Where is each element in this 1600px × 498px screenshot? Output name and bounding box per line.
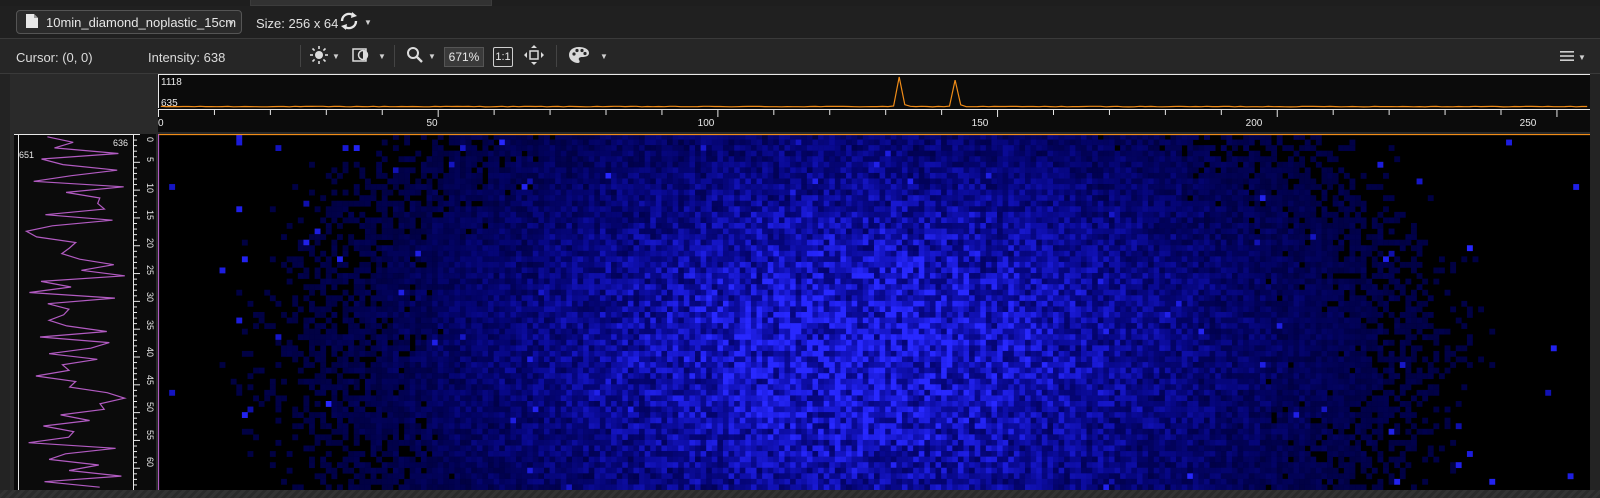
file-name: 10min_diamond_noplastic_15cm [46, 14, 237, 30]
y-tick-label-25: 25 [145, 265, 155, 275]
profile-left-label: 651 [19, 150, 34, 160]
y-tick-label-5: 5 [145, 157, 155, 162]
palette-icon [568, 46, 590, 67]
refresh-icon [338, 11, 360, 34]
y-axis-tick-labels: 0 5 10 15 20 25 30 35 40 45 50 55 60 [145, 137, 155, 467]
y-tick-label-35: 35 [145, 320, 155, 330]
horizontal-profile-plot: 1118 635 0 50 100 150 200 250 [158, 74, 1590, 132]
file-toolbar: 10min_diamond_noplastic_15cm ▼ Size: 256… [0, 6, 1600, 39]
chevron-down-icon: ▼ [1578, 52, 1586, 62]
x-axis-ticks [158, 110, 1558, 117]
bottom-status-strip [0, 490, 1600, 498]
y-tick-label-15: 15 [145, 210, 155, 220]
zoom-button[interactable]: ▼ [406, 45, 436, 67]
vertical-profile-plot: 651 636 0 5 10 15 20 25 30 35 40 45 50 5… [14, 134, 156, 490]
toolbar-divider [394, 45, 395, 67]
x-tick-label-50: 50 [426, 118, 438, 129]
x-tick-label-200: 200 [1246, 118, 1263, 129]
view-toolbar: Cursor: (0, 0) Intensity: 638 ▼ ▼ ▼ 671%… [0, 39, 1600, 74]
right-scrollbar[interactable] [1590, 74, 1600, 498]
chevron-down-icon: ▼ [332, 51, 340, 61]
chevron-down-icon: ▼ [428, 51, 436, 61]
y-tick-label-40: 40 [145, 347, 155, 357]
fit-icon [524, 44, 544, 68]
chevron-down-icon: ▼ [227, 19, 235, 28]
colormap-button[interactable]: ▼ [568, 45, 608, 67]
left-gutter [0, 74, 10, 498]
file-icon [25, 13, 39, 32]
chevron-down-icon: ▼ [378, 51, 386, 61]
y-tick-label-10: 10 [145, 183, 155, 193]
y-tick-label-20: 20 [145, 238, 155, 248]
contrast-icon [352, 46, 370, 67]
zoom-icon [406, 46, 424, 67]
horizontal-profile-line [160, 76, 1588, 108]
toolbar-divider [300, 45, 301, 67]
chevron-down-icon: ▼ [364, 17, 372, 27]
options-menu-button[interactable]: ▼ [1560, 47, 1590, 67]
intensity-readout: Intensity: 638 [148, 50, 226, 65]
profile-min-label: 635 [161, 98, 178, 109]
y-tick-label-0: 0 [145, 137, 155, 142]
chevron-down-icon: ▼ [600, 51, 608, 61]
y-axis-ticks [134, 134, 140, 486]
menu-icon [1560, 50, 1574, 65]
zoom-level-input[interactable]: 671% [444, 47, 484, 67]
y-tick-label-55: 55 [145, 430, 155, 440]
image-canvas[interactable] [158, 134, 1590, 490]
profile-top-label: 636 [113, 138, 128, 148]
brightness-button[interactable]: ▼ [310, 45, 340, 67]
size-label: Size: 256 x 64 [256, 16, 339, 31]
y-tick-label-50: 50 [145, 402, 155, 412]
y-tick-label-60: 60 [145, 457, 155, 467]
refresh-button[interactable]: ▼ [338, 11, 378, 33]
contrast-button[interactable]: ▼ [352, 45, 386, 67]
x-tick-label-250: 250 [1520, 118, 1537, 129]
fit-to-window-button[interactable] [524, 44, 544, 68]
actual-size-button[interactable]: 1:1 [493, 47, 513, 67]
brightness-icon [310, 45, 328, 67]
image-pixels [169, 134, 1580, 490]
x-tick-label-150: 150 [972, 118, 989, 129]
x-tick-label-100: 100 [698, 118, 715, 129]
cursor-readout: Cursor: (0, 0) [16, 50, 93, 65]
profile-max-label: 1118 [161, 77, 182, 88]
y-tick-label-30: 30 [145, 292, 155, 302]
vertical-profile-line [24, 136, 127, 488]
y-tick-label-45: 45 [145, 375, 155, 385]
x-tick-label-0: 0 [158, 118, 164, 129]
file-select-dropdown[interactable]: 10min_diamond_noplastic_15cm ▼ [16, 10, 242, 34]
toolbar-divider [556, 45, 557, 67]
